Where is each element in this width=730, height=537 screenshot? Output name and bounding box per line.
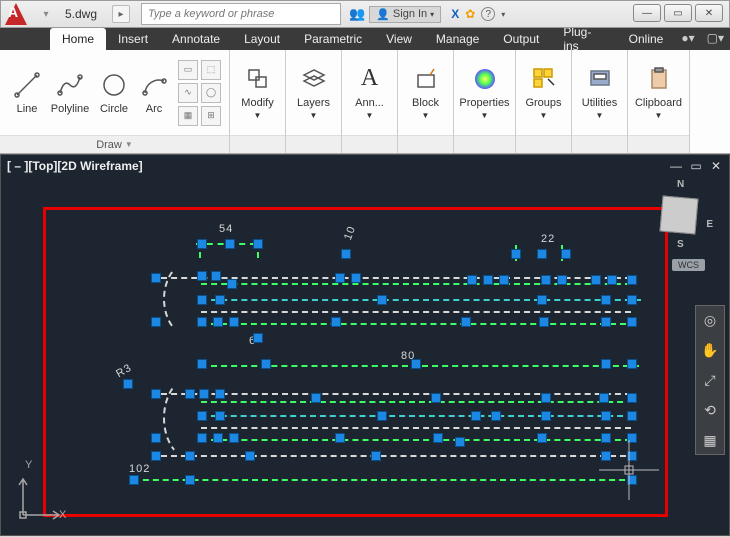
properties-button[interactable]: Properties▼ xyxy=(457,62,513,123)
utilities-button[interactable]: Utilities▼ xyxy=(575,62,625,123)
modify-button[interactable]: Modify▼ xyxy=(233,62,283,123)
navigation-bar: ◎ ✋ ⤢ ⟲ ▦ xyxy=(695,305,725,455)
clipboard-button[interactable]: Clipboard▼ xyxy=(631,62,687,123)
block-icon xyxy=(411,64,441,94)
annotation-button[interactable]: A Ann...▼ xyxy=(345,62,395,123)
qat-btn[interactable]: ▸ xyxy=(112,5,130,23)
search-input[interactable] xyxy=(142,8,340,20)
tool-b[interactable]: ⬚ xyxy=(201,60,221,80)
document-title: 5.dwg xyxy=(51,7,111,21)
app-menu-button[interactable]: A xyxy=(3,1,41,27)
help-icon[interactable]: ? xyxy=(481,7,495,21)
user-icon: 👤 xyxy=(376,8,390,21)
tab-online[interactable]: Online xyxy=(617,28,676,50)
circle-button[interactable]: Circle xyxy=(94,68,134,117)
draw-smalltools: ▭⬚ ∿◯ ▦⊞ xyxy=(178,60,221,126)
crosshair-cursor xyxy=(599,440,659,505)
signin-label: Sign In xyxy=(393,8,427,20)
pan-icon[interactable]: ✋ xyxy=(700,340,720,360)
maximize-button[interactable]: ▭ xyxy=(664,4,692,22)
viewcube-face[interactable] xyxy=(659,195,698,234)
zoom-extents-icon[interactable]: ⤢ xyxy=(700,370,720,390)
view-cube[interactable]: N E S xyxy=(651,179,711,249)
help-dropdown[interactable]: ▾ xyxy=(501,10,505,19)
tab-layout[interactable]: Layout xyxy=(232,28,292,50)
draw-panel-title[interactable]: Draw▼ xyxy=(0,135,229,153)
exchange-icon[interactable]: X xyxy=(451,7,459,21)
polyline-icon xyxy=(55,70,85,100)
qat-dropdown[interactable]: ▾ xyxy=(41,9,51,20)
vp-restore-icon[interactable]: ▭ xyxy=(689,159,703,173)
line-icon xyxy=(12,70,42,100)
hatch-tool[interactable]: ▦ xyxy=(178,106,198,126)
arc-icon xyxy=(139,70,169,100)
spline-tool[interactable]: ∿ xyxy=(178,83,198,103)
groups-icon xyxy=(529,64,559,94)
tab-view[interactable]: View xyxy=(374,28,424,50)
clipboard-icon xyxy=(644,64,674,94)
tab-plugins[interactable]: Plug-ins xyxy=(551,28,616,50)
drawing-viewport[interactable]: [ – ][Top][2D Wireframe] — ▭ ✕ N E S WCS… xyxy=(0,154,730,536)
ribbon-tabstrip: Home Insert Annotate Layout Parametric V… xyxy=(0,28,730,50)
ribbon: Line Polyline Circle Arc ▭⬚ ∿◯ ▦⊞ Draw▼ xyxy=(0,50,730,154)
infocenter-icon[interactable]: 👥 xyxy=(349,6,365,22)
tab-insert[interactable]: Insert xyxy=(106,28,160,50)
rect-tool[interactable]: ▭ xyxy=(178,60,198,80)
tab-output[interactable]: Output xyxy=(491,28,551,50)
stayconnected-icon[interactable]: ✿ xyxy=(465,7,475,21)
block-button[interactable]: Block▼ xyxy=(401,62,451,123)
showmotion-icon[interactable]: ▦ xyxy=(700,430,720,450)
minimize-button[interactable]: — xyxy=(633,4,661,22)
orbit-icon[interactable]: ⟲ xyxy=(700,400,720,420)
tab-parametric[interactable]: Parametric xyxy=(292,28,374,50)
title-bar: A ▾ 5.dwg ▸ 👥 👤 Sign In ▾ X ✿ ? ▾ — ▭ ✕ xyxy=(0,0,730,28)
modify-icon xyxy=(243,64,273,94)
close-button[interactable]: ✕ xyxy=(695,4,723,22)
layers-icon xyxy=(299,64,329,94)
tool-f[interactable]: ⊞ xyxy=(201,106,221,126)
tab-annotate[interactable]: Annotate xyxy=(160,28,232,50)
line-button[interactable]: Line xyxy=(8,68,46,117)
vp-close-icon[interactable]: ✕ xyxy=(709,159,723,173)
steering-wheel-icon[interactable]: ◎ xyxy=(700,310,720,330)
selection-highlight xyxy=(43,207,668,517)
arc-button[interactable]: Arc xyxy=(136,68,172,117)
vp-minimize-icon[interactable]: — xyxy=(669,159,683,173)
layers-button[interactable]: Layers▼ xyxy=(289,62,339,123)
text-icon: A xyxy=(355,64,385,94)
circle-icon xyxy=(99,70,129,100)
ribbon-minimize-icon[interactable]: ▢▾ xyxy=(701,28,730,50)
properties-icon xyxy=(470,64,500,94)
ribbon-extra-bullet[interactable]: ●▾ xyxy=(675,28,700,50)
groups-button[interactable]: Groups▼ xyxy=(519,62,569,123)
tab-home[interactable]: Home xyxy=(50,28,106,50)
search-box[interactable] xyxy=(141,3,341,25)
ellipse-tool[interactable]: ◯ xyxy=(201,83,221,103)
tab-manage[interactable]: Manage xyxy=(424,28,491,50)
viewport-label[interactable]: [ – ][Top][2D Wireframe] xyxy=(7,159,143,173)
polyline-button[interactable]: Polyline xyxy=(48,68,92,117)
utilities-icon xyxy=(585,64,615,94)
signin-button[interactable]: 👤 Sign In ▾ xyxy=(369,6,441,23)
